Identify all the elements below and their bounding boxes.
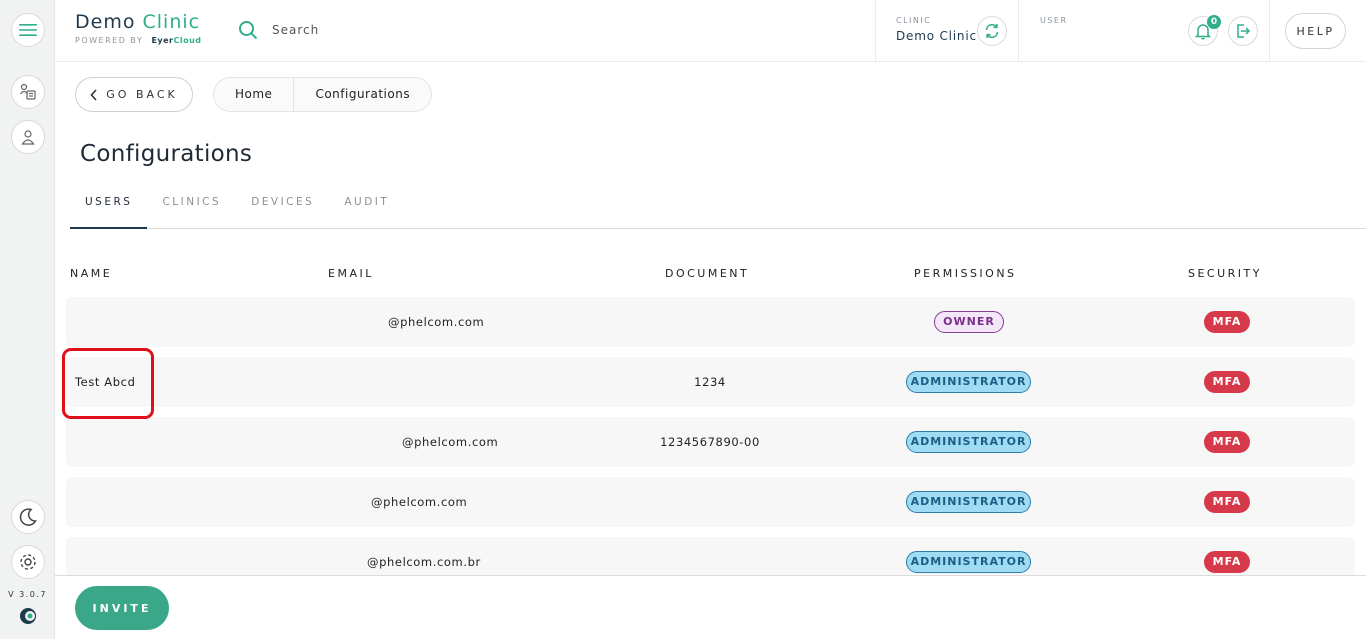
clinic-name: Demo Clinic: [896, 29, 977, 43]
permission-badge: ADMINISTRATOR: [906, 491, 1031, 513]
cell-document: [666, 477, 754, 527]
brand-title: Demo Clinic: [75, 11, 201, 33]
table-row[interactable]: Test Abcd 1234 ADMINISTRATOR MFA: [66, 357, 1355, 407]
table-row[interactable]: @phelcom.com ADMINISTRATOR MFA: [66, 477, 1355, 527]
version-label: V 3.0.7: [8, 590, 47, 599]
table-row[interactable]: @phelcom.com OWNER MFA: [66, 297, 1355, 347]
cell-document: 1234567890-00: [660, 435, 760, 449]
menu-button[interactable]: [11, 13, 45, 47]
page-title: Configurations: [80, 141, 253, 167]
permission-badge: ADMINISTRATOR: [906, 431, 1031, 453]
cell-document: 1234: [694, 375, 726, 389]
search-box[interactable]: Search: [238, 20, 319, 40]
permission-badge: ADMINISTRATOR: [906, 371, 1031, 393]
settings-button[interactable]: [11, 545, 45, 579]
cell-email: @phelcom.com: [371, 495, 468, 509]
hamburger-icon: [19, 24, 37, 36]
dark-mode-button[interactable]: [11, 500, 45, 534]
header-divider: [1018, 0, 1019, 62]
tab-users[interactable]: USERS: [70, 190, 148, 229]
tab-audit[interactable]: AUDIT: [329, 190, 404, 229]
logout-icon: [1237, 24, 1251, 38]
invite-button[interactable]: INVITE: [75, 586, 169, 630]
column-header-email[interactable]: EMAIL: [328, 267, 374, 280]
breadcrumb-configurations[interactable]: Configurations: [293, 77, 431, 112]
chevron-left-icon: [90, 88, 97, 101]
security-badge: MFA: [1204, 371, 1250, 393]
permission-badge: OWNER: [934, 311, 1004, 333]
highlight-annotation: [62, 348, 154, 419]
table-row[interactable]: @phelcom.com 1234567890-00 ADMINISTRATOR…: [66, 417, 1355, 467]
tab-bar: USERS CLINICS DEVICES AUDIT: [70, 190, 1366, 229]
breadcrumb-home[interactable]: Home: [214, 77, 293, 112]
logout-button[interactable]: [1228, 16, 1258, 46]
footer-bar: INVITE: [55, 575, 1366, 639]
security-badge: MFA: [1204, 431, 1250, 453]
patients-button[interactable]: [11, 75, 45, 109]
go-back-button[interactable]: GO BACK: [75, 77, 193, 112]
search-label: Search: [272, 23, 320, 37]
brand-logo[interactable]: Demo Clinic POWERED BY EyerCloud: [75, 11, 202, 45]
cell-email: @phelcom.com: [402, 435, 499, 449]
help-button[interactable]: HELP: [1285, 13, 1346, 49]
column-header-document[interactable]: DOCUMENT: [665, 267, 749, 280]
security-badge: MFA: [1204, 311, 1250, 333]
tab-clinics[interactable]: CLINICS: [147, 190, 236, 229]
column-header-permissions[interactable]: PERMISSIONS: [914, 267, 1017, 280]
left-rail: V 3.0.7: [0, 0, 55, 639]
top-header: Demo Clinic POWERED BY EyerCloud Search …: [55, 0, 1366, 62]
profile-button[interactable]: [11, 120, 45, 154]
moon-icon: [19, 508, 37, 526]
clinic-caption: CLINIC: [896, 16, 932, 25]
cell-email: @phelcom.com: [388, 315, 485, 329]
permission-badge: ADMINISTRATOR: [906, 551, 1031, 573]
column-header-name[interactable]: NAME: [70, 267, 112, 280]
eyercloud-logo-icon: [20, 608, 36, 624]
list-person-icon: [20, 83, 36, 100]
brand-powered-by: POWERED BY EyerCloud: [75, 36, 202, 45]
search-icon: [239, 21, 258, 40]
go-back-label: GO BACK: [106, 88, 178, 101]
security-badge: MFA: [1204, 491, 1250, 513]
column-header-security[interactable]: SECURITY: [1188, 267, 1262, 280]
header-divider: [1269, 0, 1270, 62]
cell-document: [666, 297, 754, 347]
refresh-icon: [985, 23, 999, 39]
user-caption: USER: [1040, 16, 1068, 25]
security-badge: MFA: [1204, 551, 1250, 573]
header-divider: [875, 0, 876, 62]
tab-devices[interactable]: DEVICES: [236, 190, 329, 229]
breadcrumb: Home Configurations: [213, 77, 433, 112]
clinic-selector[interactable]: CLINIC Demo Clinic: [896, 16, 977, 43]
gear-icon: [20, 554, 36, 570]
user-icon: [21, 130, 35, 145]
user-info[interactable]: USER: [1040, 16, 1068, 25]
notification-count-badge: 0: [1207, 15, 1221, 29]
switch-clinic-button[interactable]: [977, 16, 1007, 46]
